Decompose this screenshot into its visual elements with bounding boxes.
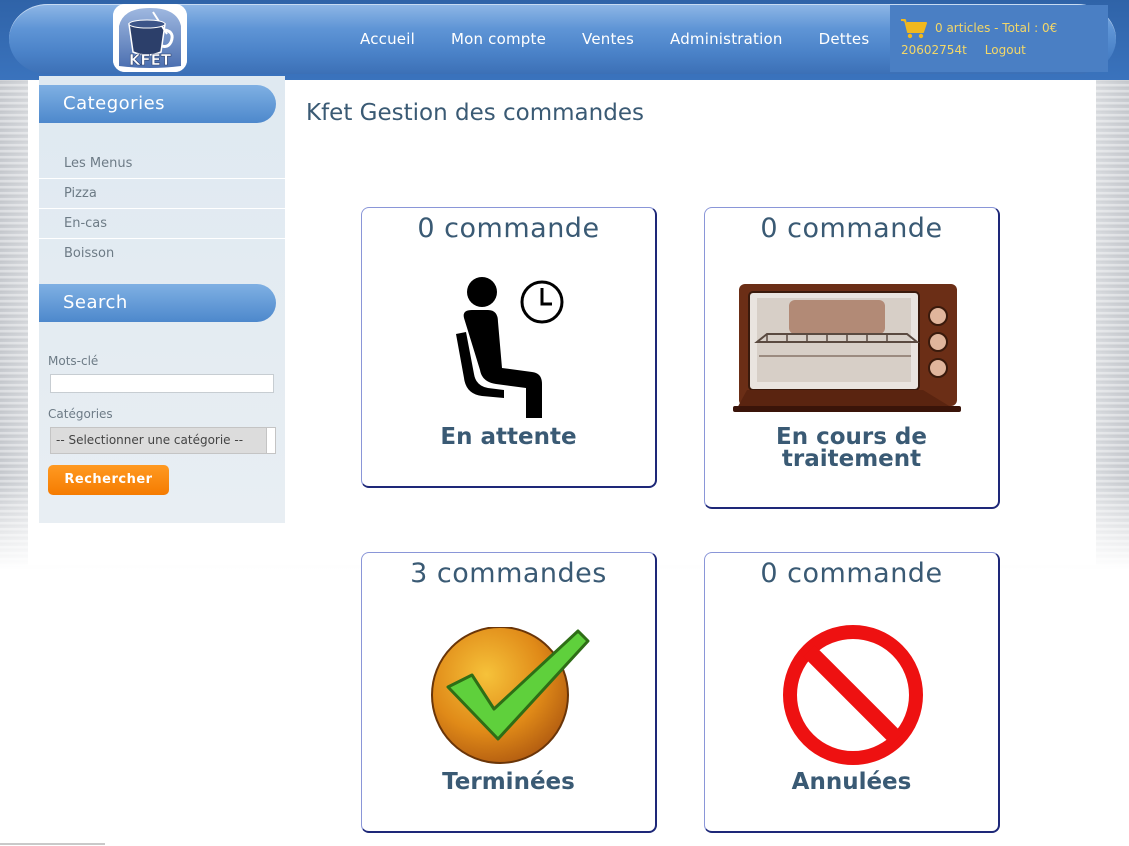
category-select[interactable]: -- Selectionner une catégorie -- xyxy=(50,427,276,454)
nav-accueil[interactable]: Accueil xyxy=(360,30,415,48)
checkmark-icon xyxy=(431,627,590,764)
category-select-value: -- Selectionner une catégorie -- xyxy=(56,433,244,447)
keywords-label: Mots-clé xyxy=(48,354,99,368)
logout-link[interactable]: Logout xyxy=(985,43,1026,57)
select-arrow-icon xyxy=(266,428,275,453)
search-heading: Search xyxy=(39,284,276,322)
prohibited-icon xyxy=(783,625,923,765)
page-title: Kfet Gestion des commandes xyxy=(306,100,644,126)
status-label: En cours de traitement xyxy=(775,424,927,472)
status-card-en-attente[interactable]: 0 commande En attente xyxy=(361,207,657,488)
nav-dettes[interactable]: Dettes xyxy=(819,30,870,48)
status-label: Annulées xyxy=(791,769,912,795)
coffee-cup-logo-icon: KFET xyxy=(113,4,187,72)
kfet-logo[interactable]: KFET xyxy=(113,4,187,72)
category-list: Les Menus Pizza En-cas Boisson xyxy=(39,149,285,268)
cart-panel: 0 articles - Total : 0€ 20602754t Logout xyxy=(890,5,1108,72)
categories-heading: Categories xyxy=(39,85,276,123)
category-item-boisson[interactable]: Boisson xyxy=(39,239,285,268)
category-item-pizza[interactable]: Pizza xyxy=(39,179,285,209)
main-nav: Accueil Mon compte Ventes Administration… xyxy=(340,30,905,48)
nav-mon-compte[interactable]: Mon compte xyxy=(451,30,546,48)
status-card-terminees[interactable]: 3 commandes Terminées xyxy=(361,552,657,833)
status-card-en-cours[interactable]: 0 commande En cours de traitement xyxy=(704,207,1000,509)
status-label: Terminées xyxy=(442,769,575,795)
oven-icon xyxy=(733,284,961,412)
category-filter-label: Catégories xyxy=(48,407,113,421)
nav-ventes[interactable]: Ventes xyxy=(582,30,634,48)
keywords-input[interactable] xyxy=(50,374,274,393)
category-item-en-cas[interactable]: En-cas xyxy=(39,209,285,239)
status-card-annulees[interactable]: 0 commande Annulées xyxy=(704,552,1000,833)
category-item-les-menus[interactable]: Les Menus xyxy=(39,149,285,179)
bottom-divider xyxy=(0,843,105,845)
order-count: 0 commande xyxy=(760,213,943,244)
svg-text:KFET: KFET xyxy=(129,51,172,69)
sidebar: Categories Les Menus Pizza En-cas Boisso… xyxy=(39,76,285,523)
order-count: 0 commande xyxy=(760,558,943,589)
order-count: 3 commandes xyxy=(410,558,607,589)
cart-user-line: 20602754t Logout xyxy=(901,43,1026,57)
nav-administration[interactable]: Administration xyxy=(670,30,783,48)
cart-summary[interactable]: 0 articles - Total : 0€ xyxy=(935,21,1057,35)
user-id[interactable]: 20602754t xyxy=(901,43,967,57)
search-button[interactable]: Rechercher xyxy=(48,465,169,495)
waiting-person-icon xyxy=(456,277,564,418)
order-count: 0 commande xyxy=(417,213,600,244)
shopping-cart-icon[interactable] xyxy=(900,18,928,40)
status-label: En attente xyxy=(440,424,577,450)
